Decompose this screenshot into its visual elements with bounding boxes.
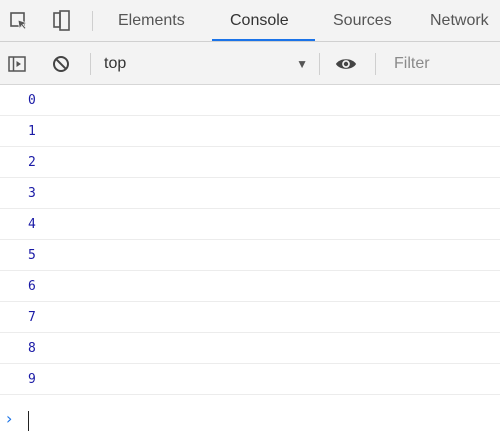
log-value: 9 (28, 372, 36, 387)
text-caret (28, 411, 29, 431)
prompt-chevron-icon: › (6, 409, 13, 428)
clear-console-icon[interactable] (50, 53, 72, 75)
tab-sources[interactable]: Sources (333, 0, 392, 41)
log-value: 3 (28, 186, 36, 201)
log-row: 2 (0, 147, 500, 178)
tab-network[interactable]: Network (430, 0, 489, 41)
console-prompt[interactable]: › (0, 403, 500, 435)
toolbar-divider (92, 11, 93, 31)
devtools-tabbar: Elements Console Sources Network (0, 0, 500, 42)
log-row: 6 (0, 271, 500, 302)
toolbar-divider (375, 53, 376, 75)
tab-elements[interactable]: Elements (118, 0, 185, 41)
log-value: 5 (28, 248, 36, 263)
log-row: 5 (0, 240, 500, 271)
tab-console[interactable]: Console (230, 0, 289, 41)
log-row: 0 (0, 85, 500, 116)
device-toolbar-icon[interactable] (50, 10, 72, 32)
log-value: 7 (28, 310, 36, 325)
log-value: 4 (28, 217, 36, 232)
filter-input[interactable] (394, 52, 500, 76)
chevron-down-icon: ▼ (296, 57, 308, 71)
log-row: 7 (0, 302, 500, 333)
log-value: 1 (28, 124, 36, 139)
log-row: 4 (0, 209, 500, 240)
live-expression-icon[interactable] (335, 53, 357, 75)
console-log: 0 1 2 3 4 5 6 7 8 9 (0, 85, 500, 395)
log-value: 8 (28, 341, 36, 356)
log-row: 9 (0, 364, 500, 395)
log-row: 3 (0, 178, 500, 209)
context-label: top (104, 55, 127, 72)
toolbar-divider (319, 53, 320, 75)
log-row: 8 (0, 333, 500, 364)
context-selector[interactable]: top ▼ (104, 52, 308, 76)
log-value: 2 (28, 155, 36, 170)
toolbar-divider (90, 53, 91, 75)
log-row: 1 (0, 116, 500, 147)
show-sidebar-icon[interactable] (6, 53, 28, 75)
console-toolbar: top ▼ (0, 42, 500, 85)
log-value: 6 (28, 279, 36, 294)
inspect-element-icon[interactable] (8, 10, 30, 32)
log-value: 0 (28, 93, 36, 108)
active-tab-indicator (212, 39, 315, 41)
